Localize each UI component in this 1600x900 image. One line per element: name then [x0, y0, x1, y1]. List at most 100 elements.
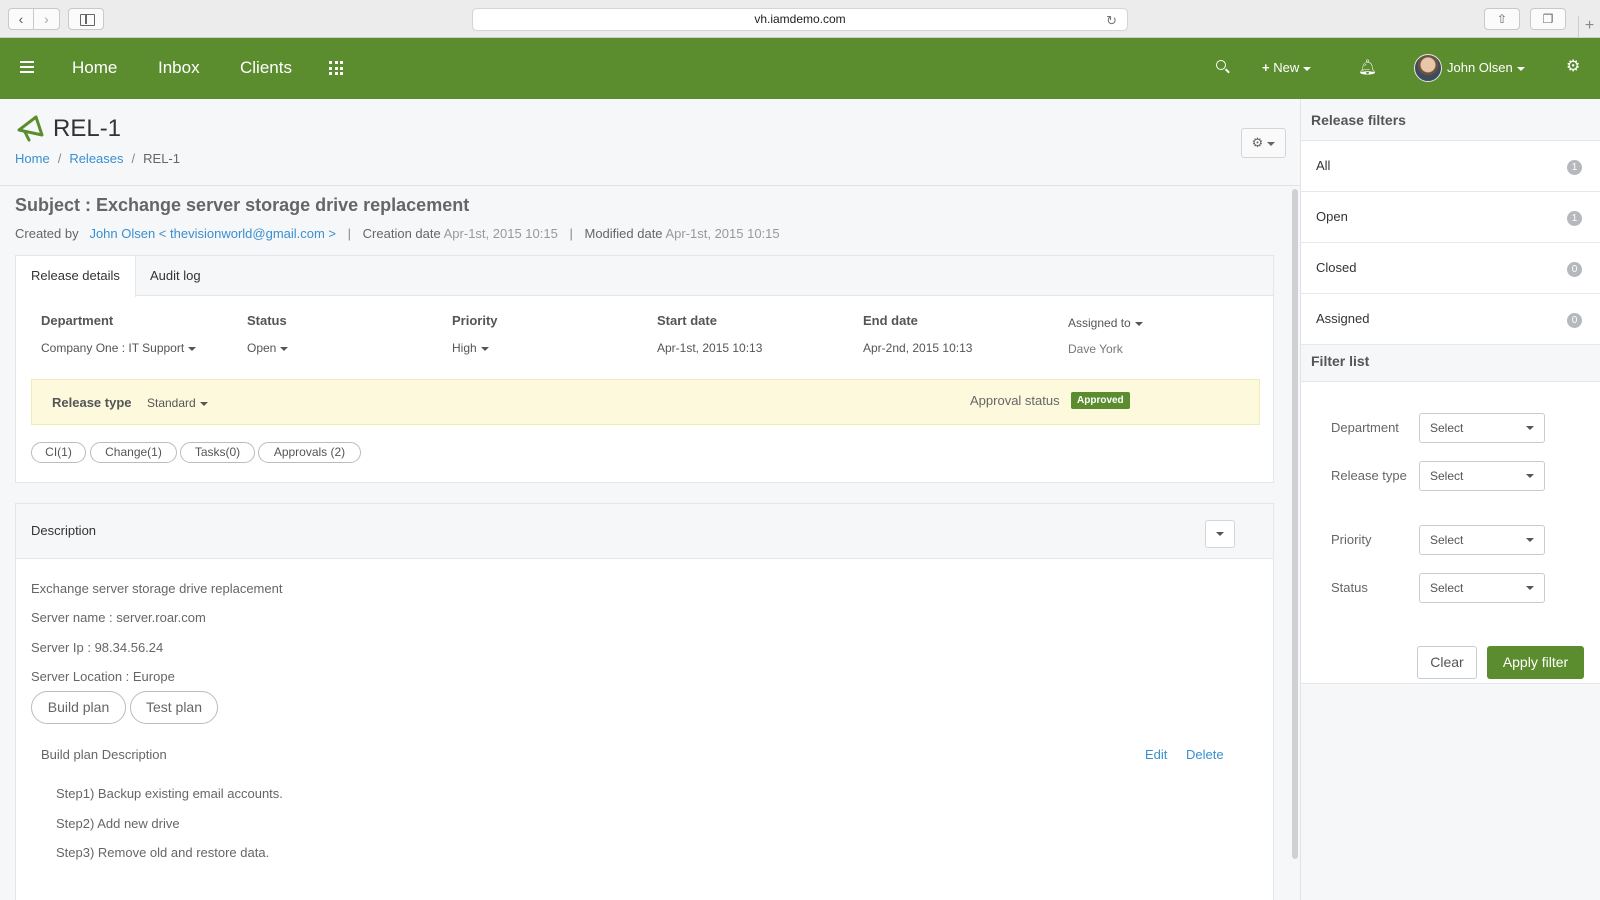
build-plan-button[interactable]: Build plan — [31, 691, 126, 724]
new-tab-icon[interactable]: + — [1578, 16, 1600, 38]
description-title: Description — [31, 523, 97, 538]
chevron-down-icon — [1526, 426, 1534, 430]
department-dropdown[interactable]: Company One : IT Support — [41, 341, 197, 355]
count-badge: 0 — [1567, 262, 1582, 277]
menu-icon[interactable] — [20, 61, 34, 73]
release-meta: Created by John Olsen < thevisionworld@g… — [15, 226, 780, 241]
start-date-label: Start date — [657, 313, 717, 328]
nav-clients[interactable]: Clients — [240, 58, 292, 78]
avatar[interactable] — [1414, 54, 1442, 82]
priority-filter-label: Priority — [1331, 532, 1372, 547]
settings-dropdown-button[interactable]: ⚙ — [1241, 128, 1286, 158]
breadcrumb-home[interactable]: Home — [15, 151, 50, 166]
filter-label: Open — [1316, 209, 1348, 224]
nav-home[interactable]: Home — [72, 58, 117, 78]
user-menu[interactable]: John Olsen — [1447, 60, 1525, 75]
chevron-down-icon — [188, 346, 197, 351]
description-line: Server name : server.roar.com — [31, 610, 206, 625]
status-dropdown[interactable]: Open — [247, 341, 289, 355]
creation-date: Apr-1st, 2015 10:15 — [443, 226, 558, 241]
filter-all[interactable]: All 1 — [1301, 141, 1600, 192]
filter-open[interactable]: Open 1 — [1301, 192, 1600, 243]
chevron-down-icon — [199, 401, 208, 406]
tab-audit-log[interactable]: Audit log — [135, 256, 216, 296]
department-select[interactable]: Select — [1419, 413, 1545, 443]
status-select[interactable]: Select — [1419, 573, 1545, 603]
end-date-value[interactable]: Apr-2nd, 2015 10:13 — [863, 341, 972, 355]
chevron-down-icon — [1267, 141, 1276, 146]
tab-release-details[interactable]: Release details — [16, 256, 136, 297]
approval-status-label: Approval status — [970, 393, 1060, 408]
chevron-down-icon — [1303, 66, 1312, 71]
ci-pill[interactable]: CI(1) — [31, 442, 86, 463]
search-icon[interactable] — [1216, 60, 1229, 73]
select-value: Select — [1430, 533, 1464, 547]
page-title: REL-1 — [53, 115, 122, 142]
modified-date: Apr-1st, 2015 10:15 — [665, 226, 780, 241]
forward-icon[interactable]: › — [34, 8, 60, 30]
priority-select[interactable]: Select — [1419, 525, 1545, 555]
filter-closed[interactable]: Closed 0 — [1301, 243, 1600, 294]
priority-value: High — [452, 341, 477, 355]
apps-grid-icon[interactable] — [329, 61, 343, 75]
filter-sidebar: Release filters All 1 Open 1 Closed 0 As… — [1300, 99, 1600, 900]
share-icon[interactable]: ⇧ — [1484, 8, 1520, 30]
filter-label: Assigned — [1316, 311, 1370, 326]
collapse-toggle-button[interactable] — [1205, 520, 1235, 548]
chevron-down-icon — [1526, 586, 1534, 590]
release-type-select[interactable]: Select — [1419, 461, 1545, 491]
chevron-down-icon — [480, 346, 489, 351]
priority-dropdown[interactable]: High — [452, 341, 489, 355]
chevron-down-icon — [1526, 538, 1534, 542]
new-label: New — [1273, 60, 1300, 75]
description-line: Exchange server storage drive replacemen… — [31, 581, 283, 596]
release-type-bar: Release type Standard Approval status Ap… — [31, 379, 1260, 425]
sidebar-toggle-icon[interactable] — [68, 8, 104, 30]
clear-button[interactable]: Clear — [1417, 646, 1477, 679]
plan-step: Step2) Add new drive — [56, 816, 180, 831]
edit-link[interactable]: Edit — [1145, 747, 1167, 762]
delete-link[interactable]: Delete — [1186, 747, 1224, 762]
description-header: Description — [16, 504, 1273, 559]
back-icon[interactable]: ‹ — [8, 8, 34, 30]
chevron-down-icon — [1516, 66, 1525, 71]
start-date-value[interactable]: Apr-1st, 2015 10:13 — [657, 341, 762, 355]
assigned-to-dropdown[interactable]: Assigned to — [1068, 316, 1143, 330]
tab-bar: Release details Audit log — [16, 256, 1273, 297]
release-type-label: Release type — [52, 395, 132, 410]
chevron-down-icon — [1134, 321, 1143, 326]
tasks-pill[interactable]: Tasks(0) — [180, 442, 255, 463]
apply-filter-button[interactable]: Apply filter — [1487, 646, 1584, 679]
filter-assigned[interactable]: Assigned 0 — [1301, 294, 1600, 345]
top-navbar: Home Inbox Clients + New 🔔︎ John Olsen ⚙ — [0, 38, 1600, 99]
status-value: Open — [247, 341, 277, 355]
test-plan-button[interactable]: Test plan — [130, 691, 218, 724]
page-header: REL-1 Home / Releases / REL-1 ⚙ — [0, 99, 1300, 186]
select-value: Select — [1430, 581, 1464, 595]
filter-label: All — [1316, 158, 1331, 173]
new-button[interactable]: + New — [1262, 60, 1312, 75]
tabs-icon[interactable]: ❐ — [1530, 8, 1566, 30]
assigned-to-label: Assigned to — [1068, 316, 1131, 330]
release-type-dropdown[interactable]: Standard — [147, 396, 208, 410]
created-by-link[interactable]: John Olsen < thevisionworld@gmail.com > — [89, 226, 336, 241]
reload-icon[interactable]: ↻ — [1106, 10, 1117, 31]
count-badge: 1 — [1567, 211, 1582, 226]
release-type-filter-label: Release type — [1331, 468, 1407, 483]
filter-list-title: Filter list — [1301, 340, 1600, 382]
select-value: Select — [1430, 469, 1464, 483]
bell-icon[interactable]: 🔔︎ — [1358, 58, 1377, 76]
department-filter-label: Department — [1331, 420, 1399, 435]
filter-list-form: Department Select Release type Select Pr… — [1301, 382, 1600, 684]
breadcrumb-releases[interactable]: Releases — [69, 151, 123, 166]
main-scrollbar[interactable] — [1292, 189, 1298, 859]
chevron-down-icon — [1526, 474, 1534, 478]
change-pill[interactable]: Change(1) — [90, 442, 177, 463]
gear-icon[interactable]: ⚙ — [1566, 56, 1580, 76]
description-line: Server Ip : 98.34.56.24 — [31, 640, 164, 655]
approvals-pill[interactable]: Approvals (2) — [258, 442, 361, 463]
count-badge: 0 — [1567, 313, 1582, 328]
address-bar[interactable]: vh.iamdemo.com ↻ — [472, 8, 1128, 31]
nav-inbox[interactable]: Inbox — [158, 58, 200, 78]
status-filter-label: Status — [1331, 580, 1368, 595]
